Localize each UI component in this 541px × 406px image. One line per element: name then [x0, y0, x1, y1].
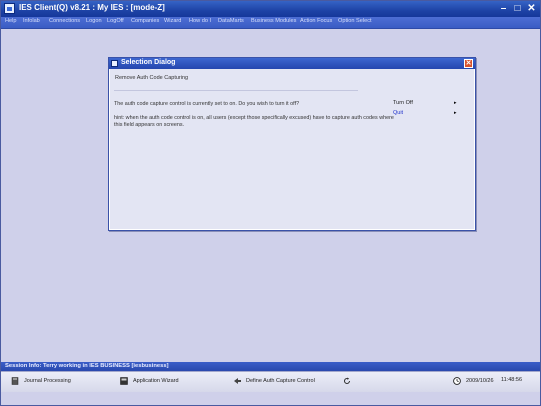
menu-help[interactable]: Help: [5, 18, 17, 24]
menu-wizard[interactable]: Wizard: [164, 18, 181, 24]
refresh-icon: [343, 377, 351, 385]
clock-area: 2009/10/26: [453, 377, 494, 387]
selection-dialog: Selection Dialog ✕ Remove Auth Code Capt…: [108, 57, 476, 231]
journal-processing-button[interactable]: Journal Processing: [11, 377, 71, 387]
arrow-right-icon: ▸: [454, 100, 457, 106]
close-button[interactable]: ✕: [526, 3, 537, 14]
time-text: 11:48:56: [501, 377, 523, 383]
session-info: Session Info: Terry working in IES BUSIN…: [5, 363, 169, 369]
arrow-right-icon: ▸: [454, 110, 457, 116]
menu-logon[interactable]: Logon: [86, 18, 102, 24]
clock-icon: [453, 377, 461, 385]
quit-label: Quit: [393, 110, 404, 116]
divider: [114, 90, 358, 91]
minimize-button[interactable]: –: [498, 3, 509, 14]
dialog-title: Selection Dialog: [121, 59, 176, 66]
turn-off-option[interactable]: Turn Off ▸: [393, 100, 457, 106]
menu-datamarts[interactable]: DataMarts: [218, 18, 244, 24]
auth-control-icon: [233, 377, 241, 385]
time-area: 11:48:56: [501, 377, 522, 387]
title-bar: IES Client(Q) v8.21 : My IES : [mode-Z] …: [1, 1, 540, 17]
dialog-title-bar: Selection Dialog ✕: [109, 58, 475, 69]
application-wizard-button[interactable]: Application Wizard: [120, 377, 179, 387]
refresh-button[interactable]: [343, 377, 356, 387]
menu-business-modules[interactable]: Business Modules: [251, 18, 296, 24]
app-icon: [4, 3, 15, 14]
wizard-icon: [120, 377, 128, 385]
hint-text: hint: when the auth code control is on, …: [114, 115, 394, 128]
menu-how-do-i[interactable]: How do I: [189, 18, 211, 24]
menu-connections[interactable]: Connections: [49, 18, 80, 24]
menu-logoff[interactable]: LogOff: [107, 18, 124, 24]
menu-action-focus[interactable]: Action Focus: [300, 18, 332, 24]
define-label: Define Auth Capture Control: [246, 378, 315, 384]
app-window: IES Client(Q) v8.21 : My IES : [mode-Z] …: [0, 0, 541, 406]
status-bar: Journal Processing Application Wizard De…: [1, 371, 540, 392]
dialog-icon: [111, 60, 118, 67]
question-text: The auth code capture control is current…: [114, 101, 300, 107]
menu-companies[interactable]: Companies: [131, 18, 159, 24]
session-info-bar: Session Info: Terry working in IES BUSIN…: [1, 362, 540, 371]
journal-label: Journal Processing: [24, 378, 71, 384]
window-title: IES Client(Q) v8.21 : My IES : [mode-Z]: [19, 3, 165, 12]
dialog-header: Remove Auth Code Capturing: [115, 75, 189, 81]
menu-option-select[interactable]: Option Select: [338, 18, 372, 24]
bottom-strip: [1, 392, 540, 405]
dialog-close-button[interactable]: ✕: [464, 59, 473, 68]
quit-option[interactable]: Quit ▸: [393, 110, 457, 116]
menu-bar: Help Infolab Connections Logon LogOff Co…: [1, 17, 540, 29]
journal-icon: [11, 377, 19, 385]
wizard-label: Application Wizard: [133, 378, 179, 384]
turn-off-label: Turn Off: [393, 100, 413, 106]
dialog-body: Remove Auth Code Capturing The auth code…: [110, 69, 474, 229]
date-text: 2009/10/26: [466, 378, 494, 384]
menu-infolab[interactable]: Infolab: [23, 18, 40, 24]
maximize-button[interactable]: □: [512, 3, 523, 14]
define-auth-capture-button[interactable]: Define Auth Capture Control: [233, 377, 315, 387]
